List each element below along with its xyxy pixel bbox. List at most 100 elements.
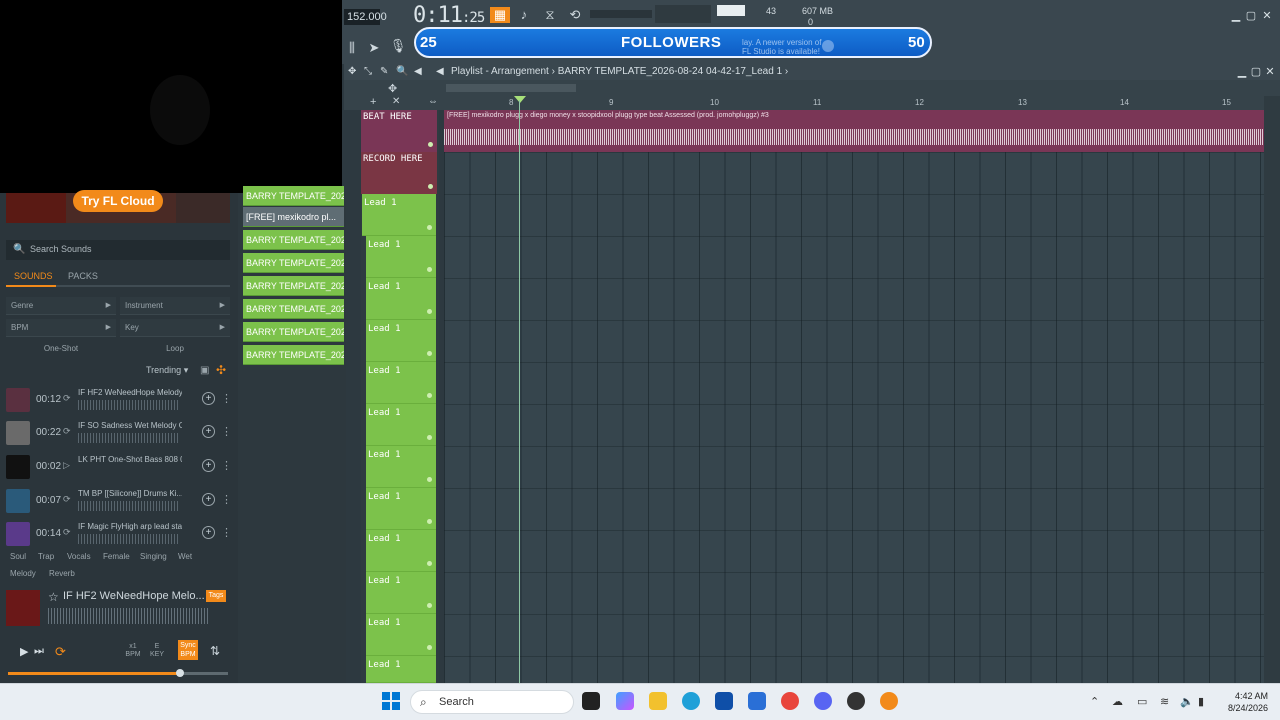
master-volume-slider[interactable] xyxy=(590,10,652,18)
waveform-mode-icon[interactable]: ⇅ xyxy=(210,644,220,658)
clip-item[interactable]: BARRY TEMPLATE_2026- xyxy=(243,345,344,365)
track-mute-dot[interactable] xyxy=(427,645,432,650)
snap-icon[interactable]: ⤡ xyxy=(364,66,372,77)
windows-start-icon[interactable] xyxy=(382,692,400,710)
battery-status-icon[interactable]: ▮ xyxy=(1198,695,1204,708)
sound-item[interactable]: 00:14 ⟳ IF Magic FlyHigh arp lead sta... + ⋮ xyxy=(6,520,232,550)
add-icon[interactable]: + xyxy=(202,459,215,472)
sound-item[interactable]: 00:02 ▷ LK PHT One-Shot Bass 808 04 + ⋮ xyxy=(6,453,232,483)
track-lead[interactable]: Lead 1 xyxy=(366,320,436,362)
more-icon[interactable]: ⋮ xyxy=(221,459,232,472)
sound-item[interactable]: 00:07 ⟳ TM BP [[Silicone]] Drums Ki... + ⋮ xyxy=(6,487,232,517)
key-control[interactable]: E KEY xyxy=(148,643,166,659)
sync-bpm-button[interactable]: Sync BPM xyxy=(178,640,198,660)
vertical-scrollbar[interactable] xyxy=(1264,96,1280,683)
one-shot-toggle[interactable]: One-Shot xyxy=(6,340,116,358)
taskbar-clock[interactable]: 4:42 AM 8/24/2026 xyxy=(1220,690,1268,714)
clip-item[interactable]: BARRY TEMPLATE_2026- xyxy=(243,186,344,206)
audio-clip[interactable]: [FREE] mexikodro plugg x diego money x s… xyxy=(444,110,1264,152)
bpm-multiplier[interactable]: x1 BPM xyxy=(124,643,142,659)
track-lead[interactable]: Lead 1 xyxy=(366,404,436,446)
chevron-up-icon[interactable]: ⌃ xyxy=(1090,695,1099,708)
bpm-filter[interactable]: BPM ▶ xyxy=(6,319,116,337)
track-mute-dot[interactable] xyxy=(427,435,432,440)
shuffle-icon[interactable]: ✣ xyxy=(216,363,226,377)
save-icon[interactable]: ▣ xyxy=(200,365,209,376)
star-icon[interactable]: ☆ xyxy=(48,590,59,604)
discord-icon[interactable] xyxy=(814,692,832,710)
track-lead[interactable]: Lead 1 xyxy=(366,614,436,656)
add-icon[interactable]: + xyxy=(202,425,215,438)
add-icon[interactable]: + xyxy=(202,526,215,539)
horizontal-scrollbar[interactable] xyxy=(446,84,576,92)
track-lead[interactable]: Lead 1 xyxy=(366,488,436,530)
chrome-icon[interactable] xyxy=(781,692,799,710)
next-icon[interactable]: ⏭ xyxy=(34,645,44,658)
clip-item[interactable]: BARRY TEMPLATE_2026- xyxy=(243,230,344,250)
playhead-marker-icon[interactable] xyxy=(514,96,526,103)
typing-keyboard-icon[interactable]: ▦ xyxy=(490,7,510,23)
minimize-icon[interactable]: ▁ xyxy=(1230,10,1242,22)
tag-singing[interactable]: Singing xyxy=(140,552,167,561)
clip-item[interactable]: BARRY TEMPLATE_2026- xyxy=(243,322,344,342)
track-mute-dot[interactable] xyxy=(427,309,432,314)
copilot-icon[interactable] xyxy=(616,692,634,710)
clip-item[interactable]: BARRY TEMPLATE_2026- xyxy=(243,253,344,273)
remove-icon[interactable]: ✕ xyxy=(392,96,400,107)
wait-record-icon[interactable]: ⧖ xyxy=(540,7,560,23)
volume-knob[interactable] xyxy=(175,669,184,677)
timeline-ruler[interactable] xyxy=(444,96,1264,110)
file-explorer-icon[interactable] xyxy=(649,692,667,710)
clip-item[interactable]: BARRY TEMPLATE_2026- xyxy=(243,299,344,319)
tempo-display[interactable]: 152.000 xyxy=(344,9,387,25)
genre-filter[interactable]: Genre ▶ xyxy=(6,297,116,315)
track-lead[interactable]: Lead 1 xyxy=(362,194,436,236)
add-track-icon[interactable]: + xyxy=(370,96,376,108)
playlist-grid[interactable] xyxy=(444,110,1264,683)
wifi-icon[interactable]: ≋ xyxy=(1160,695,1169,708)
instrument-filter[interactable]: Instrument ▶ xyxy=(120,297,230,315)
track-mute-dot[interactable] xyxy=(427,477,432,482)
history-icon[interactable]: ◀ xyxy=(436,66,444,77)
battery-icon[interactable]: ▭ xyxy=(1137,695,1147,708)
track-mute-dot[interactable] xyxy=(427,561,432,566)
microphone-icon[interactable]: 🎙 xyxy=(388,38,408,54)
terminal-icon[interactable] xyxy=(582,692,600,710)
track-lead[interactable]: Lead 1 xyxy=(366,656,436,683)
search-sounds-input[interactable]: Search Sounds xyxy=(6,240,230,260)
arrow-right-icon[interactable]: ➤ xyxy=(364,40,384,56)
speaker-icon[interactable]: ◀ xyxy=(414,66,422,77)
track-mute-dot[interactable] xyxy=(428,142,433,147)
more-icon[interactable]: ⋮ xyxy=(221,425,232,438)
track-record[interactable]: RECORD HERE xyxy=(361,152,437,194)
track-mute-dot[interactable] xyxy=(427,225,432,230)
add-icon[interactable]: + xyxy=(202,392,215,405)
track-mute-dot[interactable] xyxy=(428,184,433,189)
track-beat[interactable]: BEAT HERE xyxy=(361,110,437,152)
track-mute-dot[interactable] xyxy=(427,393,432,398)
preview-volume-slider[interactable] xyxy=(8,669,228,677)
move-icon[interactable]: ✥ xyxy=(348,66,356,77)
metronome-icon[interactable]: ♪ xyxy=(514,7,534,23)
track-mute-dot[interactable] xyxy=(427,351,432,356)
edge-icon[interactable] xyxy=(682,692,700,710)
more-icon[interactable]: ⋮ xyxy=(221,392,232,405)
maximize-icon[interactable]: ▢ xyxy=(1245,10,1257,22)
loop-record-icon[interactable]: ⟲ xyxy=(565,7,585,23)
tag-female[interactable]: Female xyxy=(103,552,130,561)
store-icon[interactable] xyxy=(715,692,733,710)
track-lead[interactable]: Lead 1 xyxy=(366,362,436,404)
clip-item[interactable]: BARRY TEMPLATE_2026- xyxy=(243,276,344,296)
track-lead[interactable]: Lead 1 xyxy=(366,572,436,614)
scroll-arrows-icon[interactable]: ✥ xyxy=(388,82,397,95)
track-lead[interactable]: Lead 1 xyxy=(366,278,436,320)
track-mute-dot[interactable] xyxy=(427,267,432,272)
track-lead[interactable]: Lead 1 xyxy=(366,530,436,572)
loop-toggle[interactable]: Loop xyxy=(120,340,230,358)
resize-icon[interactable]: ⇔ xyxy=(428,96,438,107)
track-lead[interactable]: Lead 1 xyxy=(366,446,436,488)
taskbar-search[interactable]: ⌕ Search xyxy=(410,690,574,714)
playlist-close-icon[interactable]: ✕ xyxy=(1264,66,1276,78)
more-icon[interactable]: ⋮ xyxy=(221,493,232,506)
tag-wet[interactable]: Wet xyxy=(178,552,192,561)
